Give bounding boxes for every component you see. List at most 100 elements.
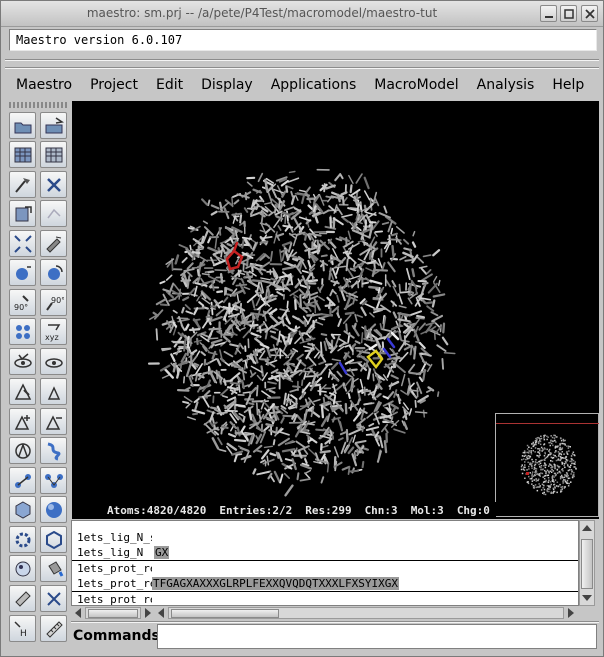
divider xyxy=(5,67,599,69)
sequence-name: 1ets_lig_N_ss xyxy=(77,531,152,544)
add-selection-button[interactable] xyxy=(9,408,36,435)
commands-input[interactable] xyxy=(157,624,597,649)
rotate-x-90-icon: 90° xyxy=(14,295,29,312)
spreadsheet-icon xyxy=(45,147,63,163)
sphere-button[interactable] xyxy=(40,496,67,523)
angle-button[interactable] xyxy=(40,467,67,494)
spreadsheet-button[interactable] xyxy=(40,141,67,168)
labels-button[interactable] xyxy=(9,437,36,464)
menu-macromodel[interactable]: MacroModel xyxy=(365,77,467,93)
fit-to-screen-icon xyxy=(14,235,32,253)
rotate-button[interactable] xyxy=(40,259,67,286)
open-project-icon xyxy=(14,122,32,134)
scroll-up-icon[interactable] xyxy=(580,523,594,533)
version-banner: Maestro version 6.0.107 xyxy=(9,29,597,51)
save-project-button[interactable] xyxy=(40,112,67,139)
menu-applications[interactable]: Applications xyxy=(262,77,366,93)
scroll-down-icon[interactable] xyxy=(580,593,594,603)
sequence-row[interactable]: 1ets_prot_ref TFGAGXAXXXGLRPLFEXXQVQDQTX… xyxy=(72,577,578,591)
reset-view-button[interactable] xyxy=(40,230,67,257)
divider xyxy=(71,621,599,623)
sequence-row[interactable]: 1ets_prot_ref xyxy=(72,593,578,605)
sequence-residues[interactable]: GX xyxy=(154,546,170,559)
scroll-right-icon[interactable] xyxy=(142,607,154,619)
names-horizontal-scrollbar[interactable] xyxy=(85,607,141,619)
scroll-thumb[interactable] xyxy=(581,539,593,589)
status-atoms: Atoms:4820/4820 xyxy=(107,504,207,517)
sequence-horizontal-scrollbar[interactable] xyxy=(168,607,564,619)
ruler-scale-button[interactable] xyxy=(40,615,67,642)
maestro-window: maestro: sm.prj -- /a/pete/P4Test/macrom… xyxy=(0,0,604,657)
menu-edit[interactable]: Edit xyxy=(147,77,192,93)
clear-button[interactable] xyxy=(40,585,67,612)
sequence-row[interactable]: 1ets_lig_N_ss xyxy=(72,531,578,545)
rotate-x-90-button[interactable]: 90° xyxy=(9,289,36,316)
minimap-frame-line xyxy=(496,423,599,424)
workspace-button[interactable] xyxy=(40,200,67,227)
scroll-left-icon[interactable] xyxy=(72,607,84,619)
hide-button[interactable] xyxy=(40,348,67,375)
close-button[interactable] xyxy=(581,5,598,22)
svg-text:90°: 90° xyxy=(51,296,64,305)
scroll-thumb[interactable] xyxy=(171,609,279,618)
gear-button[interactable] xyxy=(9,526,36,553)
rotate-icon xyxy=(48,265,63,280)
title-bar[interactable]: maestro: sm.prj -- /a/pete/P4Test/macrom… xyxy=(1,1,603,27)
import-structure-button[interactable] xyxy=(9,200,36,227)
minimize-button[interactable] xyxy=(540,5,557,22)
overview-minimap[interactable] xyxy=(495,413,599,517)
select-atoms-icon xyxy=(14,383,32,400)
ruler-button[interactable] xyxy=(9,585,36,612)
menu-maestro[interactable]: Maestro xyxy=(7,77,81,93)
pick-button[interactable] xyxy=(40,378,67,405)
show-button[interactable] xyxy=(9,348,36,375)
save-project-icon xyxy=(45,117,64,134)
svg-text:90°: 90° xyxy=(14,303,28,312)
menu-bar: Maestro Project Edit Display Application… xyxy=(7,71,599,99)
hexagon-outline-button[interactable] xyxy=(40,526,67,553)
menu-project[interactable]: Project xyxy=(81,77,147,93)
minimize-icon xyxy=(545,16,553,18)
remove-selection-button[interactable] xyxy=(40,408,67,435)
select-atoms-button[interactable] xyxy=(9,378,36,405)
sphere-icon xyxy=(46,502,62,518)
hexagon-icon xyxy=(15,501,31,519)
surface-button[interactable] xyxy=(9,555,36,582)
paint-bucket-button[interactable] xyxy=(40,555,67,582)
sequence-row[interactable]: 1ets_prot_ref xyxy=(72,562,578,576)
sequence-row[interactable]: 1ets_lig_N GX xyxy=(72,546,578,560)
status-bar: Atoms:4820/4820 Entries:2/2 Res:299 Chn:3 Mo… xyxy=(72,502,496,519)
delete-button[interactable] xyxy=(40,171,67,198)
status-chains: Chn:3 xyxy=(364,504,398,517)
scroll-right-icon[interactable] xyxy=(565,607,577,619)
build-icon xyxy=(15,178,30,193)
display-atoms-button[interactable] xyxy=(9,318,36,345)
xyz-axes-button[interactable]: xyz xyxy=(40,318,67,345)
ribbons-button[interactable] xyxy=(40,437,67,464)
sequence-vertical-scrollbar[interactable] xyxy=(579,520,595,606)
menu-display[interactable]: Display xyxy=(192,77,262,93)
rotate-y-90-button[interactable]: 90° xyxy=(40,289,67,316)
scroll-left-icon[interactable] xyxy=(155,607,167,619)
maximize-button[interactable] xyxy=(560,5,577,22)
translate-button[interactable] xyxy=(9,259,36,286)
distance-icon xyxy=(15,474,31,488)
sequence-residues[interactable]: TFGAGXAXXXGLRPLFEXXQVQDQTXXXLFXSYIXGX xyxy=(152,577,400,590)
distance-button[interactable] xyxy=(9,467,36,494)
project-table-button[interactable] xyxy=(9,141,36,168)
workspace-viewport[interactable] xyxy=(72,101,599,519)
surface-icon xyxy=(15,561,31,577)
import-structure-icon xyxy=(15,206,32,222)
toolbar-grip[interactable] xyxy=(9,102,69,108)
translate-icon xyxy=(16,266,31,280)
hexagon-button[interactable] xyxy=(9,496,36,523)
fit-to-screen-button[interactable] xyxy=(9,230,36,257)
row-divider xyxy=(72,560,578,561)
sequence-viewer[interactable]: 1ets_lig_N_ss 1ets_lig_N GX 1ets_prot_re… xyxy=(71,520,579,606)
menu-help[interactable]: Help xyxy=(543,77,593,93)
scroll-thumb[interactable] xyxy=(88,609,138,618)
measure-h-button[interactable]: H xyxy=(9,615,36,642)
build-button[interactable] xyxy=(9,171,36,198)
menu-analysis[interactable]: Analysis xyxy=(468,77,544,93)
open-project-button[interactable] xyxy=(9,112,36,139)
